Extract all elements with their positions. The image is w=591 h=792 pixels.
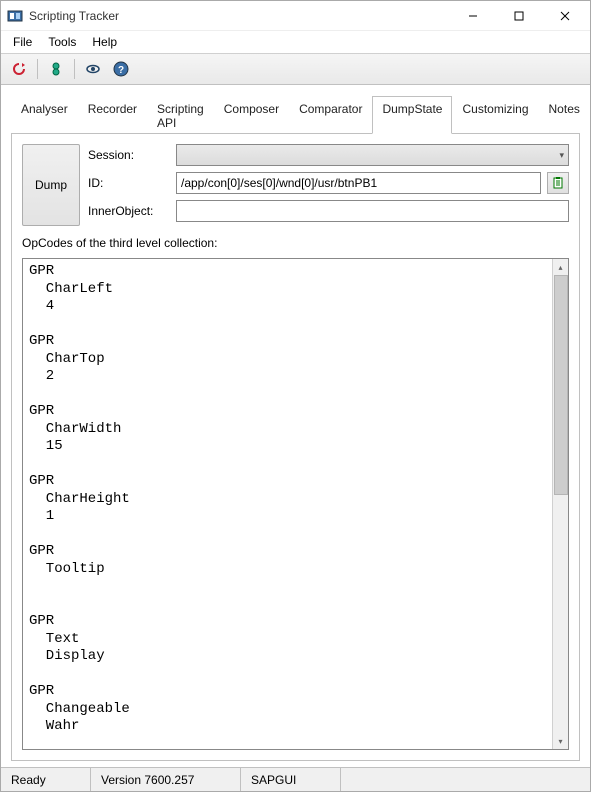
tab-recorder[interactable]: Recorder (78, 96, 147, 134)
form-area: Dump Session: ▾ ID: (22, 144, 569, 226)
window-controls (450, 1, 588, 31)
session-label: Session: (88, 148, 170, 162)
tab-composer[interactable]: Composer (214, 96, 289, 134)
tab-scripting-api[interactable]: Scripting API (147, 96, 214, 134)
inner-label: InnerObject: (88, 204, 170, 218)
dumpstate-panel: Dump Session: ▾ ID: (11, 134, 580, 761)
toolbar: ? (1, 53, 590, 85)
app-icon (7, 8, 23, 24)
toolbar-separator (37, 59, 38, 79)
refresh-icon[interactable] (7, 57, 31, 81)
tab-comparator[interactable]: Comparator (289, 96, 372, 134)
scroll-up-icon[interactable]: ▴ (553, 259, 568, 275)
tab-customizing[interactable]: Customizing (452, 96, 538, 134)
status-ready: Ready (1, 768, 91, 791)
scrollbar[interactable]: ▴ ▾ (552, 259, 568, 749)
id-label: ID: (88, 176, 170, 190)
help-icon[interactable]: ? (109, 57, 133, 81)
tab-notes[interactable]: Notes (539, 96, 590, 134)
minimize-button[interactable] (450, 1, 496, 31)
eye-icon[interactable] (81, 57, 105, 81)
maximize-button[interactable] (496, 1, 542, 31)
tab-analyser[interactable]: Analyser (11, 96, 78, 134)
opcodes-output[interactable]: GPR CharLeft 4 GPR CharTop 2 GPR CharWid… (23, 259, 552, 749)
dump-button[interactable]: Dump (22, 144, 80, 226)
form-rows: Session: ▾ ID: (88, 144, 569, 226)
status-version: Version 7600.257 (91, 768, 241, 791)
inner-row: InnerObject: (88, 200, 569, 222)
menu-help[interactable]: Help (84, 33, 125, 51)
opcodes-label: OpCodes of the third level collection: (22, 236, 569, 250)
opcodes-output-wrap: GPR CharLeft 4 GPR CharTop 2 GPR CharWid… (22, 258, 569, 750)
id-row: ID: (88, 172, 569, 194)
chevron-down-icon: ▾ (559, 150, 564, 161)
connect-icon[interactable] (44, 57, 68, 81)
tabs: Analyser Recorder Scripting API Composer… (11, 95, 580, 134)
session-row: Session: ▾ (88, 144, 569, 166)
inner-field[interactable] (176, 200, 569, 222)
status-spacer (341, 768, 590, 791)
scroll-down-icon[interactable]: ▾ (553, 733, 568, 749)
menu-tools[interactable]: Tools (40, 33, 84, 51)
id-field[interactable] (176, 172, 541, 194)
statusbar: Ready Version 7600.257 SAPGUI (1, 767, 590, 791)
close-button[interactable] (542, 1, 588, 31)
status-gui: SAPGUI (241, 768, 341, 791)
clipboard-icon (551, 176, 565, 190)
svg-text:?: ? (118, 65, 124, 76)
titlebar: Scripting Tracker (1, 1, 590, 31)
menu-file[interactable]: File (5, 33, 40, 51)
menubar: File Tools Help (1, 31, 590, 53)
clipboard-button[interactable] (547, 172, 569, 194)
tab-dumpstate[interactable]: DumpState (372, 96, 452, 134)
window-title: Scripting Tracker (29, 9, 450, 23)
toolbar-separator (74, 59, 75, 79)
scrollbar-thumb[interactable] (554, 275, 568, 495)
session-combo[interactable]: ▾ (176, 144, 569, 166)
